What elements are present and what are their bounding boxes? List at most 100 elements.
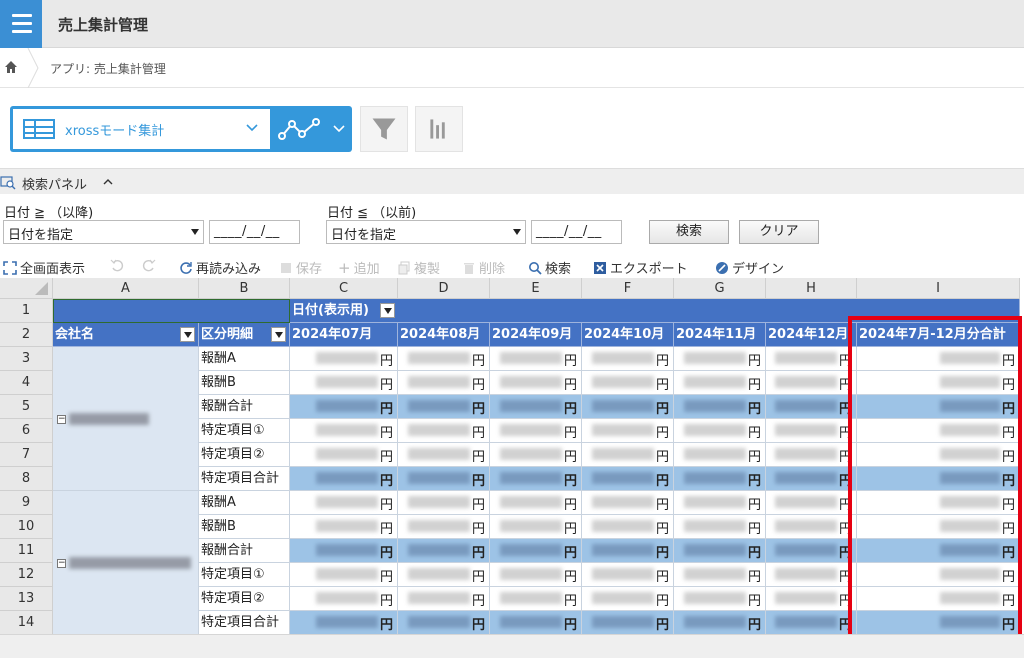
row-header-1[interactable]: 1 [0,299,53,323]
value-cell[interactable]: 円 [290,347,398,371]
value-cell[interactable]: 円 [857,443,1020,467]
value-cell[interactable]: 円 [674,395,766,419]
row-header-13[interactable]: 13 [0,587,53,611]
row-header-11[interactable]: 11 [0,539,53,563]
value-cell[interactable]: 円 [398,347,490,371]
value-cell[interactable]: 円 [766,443,857,467]
row-header-3[interactable]: 3 [0,347,53,371]
value-cell[interactable]: 円 [857,491,1020,515]
value-cell[interactable]: 円 [582,539,674,563]
value-cell[interactable]: 円 [582,515,674,539]
month-header[interactable]: 2024年08月 [398,323,490,347]
company-cell[interactable]: − [53,491,199,635]
date-to-input[interactable]: ____/__/__ [531,220,622,244]
value-cell[interactable]: 円 [290,539,398,563]
category-header[interactable]: 区分明細 [199,323,290,347]
value-cell[interactable]: 円 [398,443,490,467]
value-cell[interactable]: 円 [766,467,857,491]
value-cell[interactable]: 円 [674,347,766,371]
value-cell[interactable]: 円 [674,443,766,467]
filter-button[interactable] [360,106,408,152]
search-action-button[interactable]: 検索 [528,258,571,277]
value-cell[interactable]: 円 [290,491,398,515]
search-panel-header[interactable]: 検索パネル [0,168,1024,194]
value-cell[interactable]: 円 [857,347,1020,371]
company-header[interactable]: 会社名 [53,323,199,347]
value-cell[interactable]: 円 [582,419,674,443]
row-header-5[interactable]: 5 [0,395,53,419]
item-cell[interactable]: 特定項目② [199,443,290,467]
value-cell[interactable]: 円 [398,539,490,563]
value-cell[interactable]: 円 [766,395,857,419]
value-cell[interactable]: 円 [582,467,674,491]
search-button[interactable]: 検索 [649,220,729,244]
month-header[interactable]: 2024年07月 [290,323,398,347]
cell-a1-b1[interactable] [53,299,290,323]
value-cell[interactable]: 円 [766,491,857,515]
value-cell[interactable]: 円 [490,539,582,563]
item-cell[interactable]: 報酬A [199,491,290,515]
value-cell[interactable]: 円 [582,491,674,515]
value-cell[interactable]: 円 [674,611,766,635]
date-to-select[interactable]: 日付を指定 [326,220,526,244]
chevron-up-icon[interactable] [102,176,114,188]
month-header[interactable]: 2024年09月 [490,323,582,347]
column-header-g[interactable]: G [674,278,766,299]
row-header-12[interactable]: 12 [0,563,53,587]
value-cell[interactable]: 円 [490,467,582,491]
value-cell[interactable]: 円 [766,539,857,563]
column-header-f[interactable]: F [582,278,674,299]
item-cell[interactable]: 特定項目① [199,563,290,587]
item-cell[interactable]: 特定項目② [199,587,290,611]
delete-button[interactable]: 削除 [462,258,505,277]
chart-button[interactable] [415,106,463,152]
value-cell[interactable]: 円 [857,563,1020,587]
column-header-c[interactable]: C [290,278,398,299]
app-menu-icon[interactable] [0,0,42,48]
value-cell[interactable]: 円 [582,347,674,371]
clear-button[interactable]: クリア [739,220,819,244]
value-cell[interactable]: 円 [490,395,582,419]
redo-button[interactable] [142,258,156,272]
month-header[interactable]: 2024年10月 [582,323,674,347]
value-cell[interactable]: 円 [582,563,674,587]
value-cell[interactable]: 円 [290,467,398,491]
date-field-header[interactable]: 日付(表示用) [290,299,1020,323]
value-cell[interactable]: 円 [398,395,490,419]
column-header-d[interactable]: D [398,278,490,299]
item-cell[interactable]: 報酬合計 [199,395,290,419]
value-cell[interactable]: 円 [766,371,857,395]
value-cell[interactable]: 円 [674,515,766,539]
value-cell[interactable]: 円 [398,419,490,443]
column-header-e[interactable]: E [490,278,582,299]
row-header-14[interactable]: 14 [0,611,53,635]
column-header-i[interactable]: I [857,278,1020,299]
value-cell[interactable]: 円 [290,563,398,587]
value-cell[interactable]: 円 [490,587,582,611]
value-cell[interactable]: 円 [490,371,582,395]
value-cell[interactable]: 円 [766,347,857,371]
save-button[interactable]: 保存 [279,258,322,277]
value-cell[interactable]: 円 [398,563,490,587]
value-cell[interactable]: 円 [582,395,674,419]
value-cell[interactable]: 円 [674,587,766,611]
value-cell[interactable]: 円 [398,611,490,635]
value-cell[interactable]: 円 [857,371,1020,395]
add-button[interactable]: + 追加 [338,258,380,278]
company-cell[interactable]: − [53,347,199,491]
value-cell[interactable]: 円 [398,371,490,395]
month-header[interactable]: 2024年11月 [674,323,766,347]
column-header-a[interactable]: A [53,278,199,299]
value-cell[interactable]: 円 [490,611,582,635]
value-cell[interactable]: 円 [857,611,1020,635]
row-header-2[interactable]: 2 [0,323,53,347]
chevron-down-icon[interactable] [332,122,346,136]
row-header-4[interactable]: 4 [0,371,53,395]
design-button[interactable]: デザイン [715,258,784,277]
sort-filter-icon[interactable] [271,327,286,342]
value-cell[interactable]: 円 [582,587,674,611]
item-cell[interactable]: 報酬A [199,347,290,371]
value-cell[interactable]: 円 [674,563,766,587]
breadcrumb-app-link[interactable]: アプリ: 売上集計管理 [50,60,166,77]
value-cell[interactable]: 円 [674,419,766,443]
